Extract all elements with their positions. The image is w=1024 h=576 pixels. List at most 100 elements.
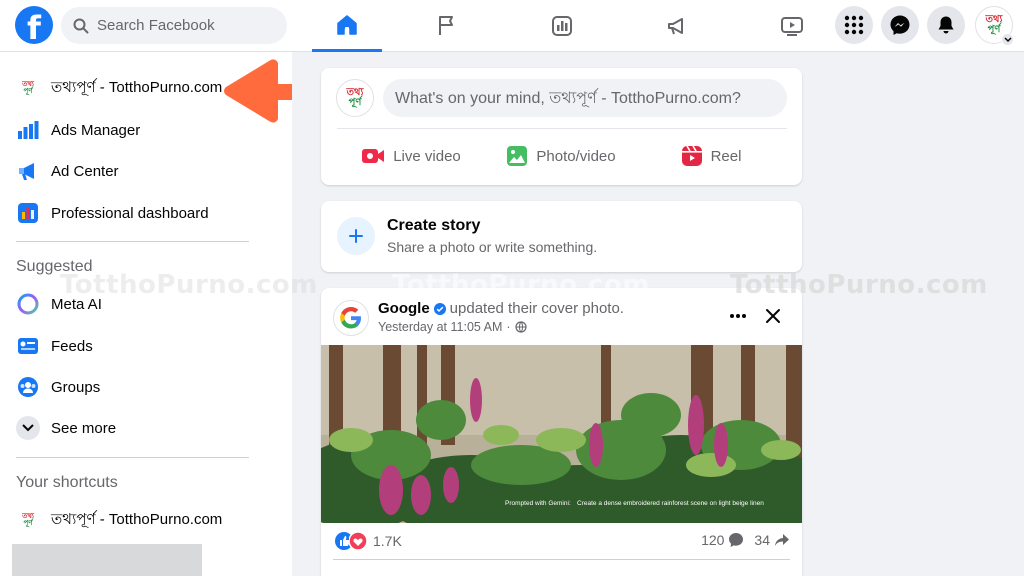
watermark-right: TotthoPurno.com <box>730 270 988 300</box>
meta-separator: · <box>506 320 511 334</box>
hide-post-button[interactable] <box>761 304 785 328</box>
reel-icon <box>681 145 702 166</box>
sidebar-item-ad-center[interactable]: Ad Center <box>16 154 119 188</box>
create-story-card[interactable]: Create story Share a photo or write some… <box>321 201 802 272</box>
shortcut-item-page[interactable]: তথ্য পূর্ণ তথ্যপূর্ণ - TotthoPurno.com <box>16 503 222 537</box>
ads-manager-icon <box>16 118 40 142</box>
image-caption-prefix: Prompted with Gemini: <box>505 500 571 507</box>
page-logo-top: তথ্য <box>22 81 34 88</box>
sidebar-item-professional-dashboard[interactable]: Professional dashboard <box>16 196 209 230</box>
post-card: Google updated their cover photo. Yester… <box>321 288 802 576</box>
top-navigation-bar: f তথ্য পূর্ণ <box>0 0 1024 52</box>
account-dropdown[interactable] <box>1001 33 1014 46</box>
share-arrow-icon <box>775 534 789 546</box>
nav-tab-ads[interactable] <box>642 0 712 52</box>
nav-tab-pages[interactable] <box>412 0 482 52</box>
image-caption: Create a dense embroidered rainforest sc… <box>577 500 764 507</box>
messenger-button[interactable] <box>881 6 919 44</box>
live-video-label: Live video <box>393 147 461 165</box>
comments-count[interactable]: 120 <box>701 532 724 548</box>
facebook-logo-letter: f <box>27 9 41 44</box>
page-logo-top: তথ্য <box>22 513 34 520</box>
home-icon <box>337 14 357 35</box>
photo-video-button[interactable]: Photo/video <box>501 138 621 174</box>
engagement-counts: 120 34 <box>701 532 790 548</box>
search-input[interactable] <box>97 17 277 34</box>
sidebar-item-label: Groups <box>51 378 101 396</box>
facebook-logo[interactable]: f <box>15 6 53 44</box>
post-options-button[interactable] <box>725 306 751 326</box>
notifications-button[interactable] <box>927 6 965 44</box>
composer-card: তথ্য পূর্ণ What's on your mind, তথ্যপূর্ণ… <box>321 68 802 185</box>
page-logo: তথ্য পূর্ণ <box>337 80 373 116</box>
nav-tab-video[interactable] <box>757 0 827 52</box>
page-logo-bottom: পূর্ণ <box>348 97 362 108</box>
sidebar-item-label: Ads Manager <box>51 121 141 139</box>
post-header-line: Google updated their cover photo. <box>378 300 624 317</box>
reactions-summary[interactable]: 1.7K <box>335 532 402 550</box>
meta-ai-icon <box>16 292 40 316</box>
sidebar-item-label: Feeds <box>51 337 93 355</box>
grid-menu-icon <box>844 15 864 35</box>
sidebar-item-page[interactable]: তথ্য পূর্ণ তথ্যপূর্ণ - TotthoPurno.com <box>16 71 222 105</box>
page-logo-icon: তথ্য পূর্ণ <box>16 76 40 100</box>
megaphone-icon <box>668 18 683 35</box>
photo-video-label: Photo/video <box>536 147 616 165</box>
sidebar-item-label: Ad Center <box>51 162 119 180</box>
sidebar-divider <box>16 457 249 458</box>
shares-count[interactable]: 34 <box>754 532 770 548</box>
composer-input[interactable]: What's on your mind, তথ্যপূর্ণ - TotthoP… <box>383 79 787 117</box>
photo-video-icon <box>507 146 528 166</box>
close-icon <box>766 309 780 323</box>
plus-icon <box>349 229 363 243</box>
globe-icon <box>514 321 527 333</box>
post-image[interactable]: Prompted with Gemini: Create a dense emb… <box>321 345 802 523</box>
video-icon <box>781 17 803 36</box>
ad-center-icon <box>16 159 40 183</box>
page-logo-bottom: পূর্ণ <box>23 88 33 95</box>
left-sidebar: তথ্য পূর্ণ তথ্যপূর্ণ - TotthoPurno.com Ad… <box>0 52 292 576</box>
sidebar-item-groups[interactable]: Groups <box>16 370 100 404</box>
post-meta: Yesterday at 11:05 AM · <box>378 320 527 334</box>
comment-bubble-icon <box>729 533 744 547</box>
create-story-title: Create story <box>387 217 481 234</box>
chevron-down-icon <box>1003 36 1012 42</box>
composer-avatar[interactable]: তথ্য পূর্ণ <box>336 79 374 117</box>
see-more-chevron-icon <box>16 416 40 440</box>
search-box[interactable] <box>61 7 287 44</box>
messenger-icon <box>890 15 910 35</box>
post-action-text: updated their cover photo. <box>449 300 624 317</box>
sidebar-item-label: তথ্যপূর্ণ - TotthoPurno.com <box>51 510 223 528</box>
sidebar-item-label: Professional dashboard <box>51 204 209 222</box>
bell-icon <box>938 16 954 34</box>
reel-button[interactable]: Reel <box>661 138 761 174</box>
post-timestamp[interactable]: Yesterday at 11:05 AM <box>378 320 502 334</box>
add-story-button[interactable] <box>337 217 375 255</box>
nav-tab-insights[interactable] <box>527 0 597 52</box>
sidebar-item-see-more[interactable]: See more <box>16 411 116 445</box>
sidebar-item-ads-manager[interactable]: Ads Manager <box>16 113 140 147</box>
live-video-button[interactable]: Live video <box>351 138 471 174</box>
reel-label: Reel <box>710 147 742 165</box>
sidebar-item-label: See more <box>51 419 117 437</box>
reactions-count: 1.7K <box>373 533 402 549</box>
create-story-subtitle: Share a photo or write something. <box>387 239 598 255</box>
menu-button[interactable] <box>835 6 873 44</box>
nav-tab-home[interactable] <box>312 0 382 52</box>
post-author-avatar[interactable] <box>333 300 369 336</box>
page-logo-bottom: পূর্ণ <box>987 24 1001 35</box>
placeholder-block <box>12 544 202 576</box>
shortcuts-heading: Your shortcuts <box>16 474 118 491</box>
rainforest-embroidery-image: Prompted with Gemini: Create a dense emb… <box>321 345 802 523</box>
feeds-icon <box>16 334 40 358</box>
flag-icon <box>439 16 453 35</box>
groups-icon <box>16 375 40 399</box>
watermark-left: TotthoPurno.com <box>60 270 318 300</box>
search-icon <box>73 18 89 33</box>
sidebar-divider <box>16 241 249 242</box>
watermark-center: TotthoPurno.com <box>392 270 650 300</box>
post-author-name[interactable]: Google <box>378 300 430 317</box>
google-logo-icon <box>340 307 361 329</box>
dashboard-icon <box>16 201 40 225</box>
sidebar-item-feeds[interactable]: Feeds <box>16 329 93 363</box>
